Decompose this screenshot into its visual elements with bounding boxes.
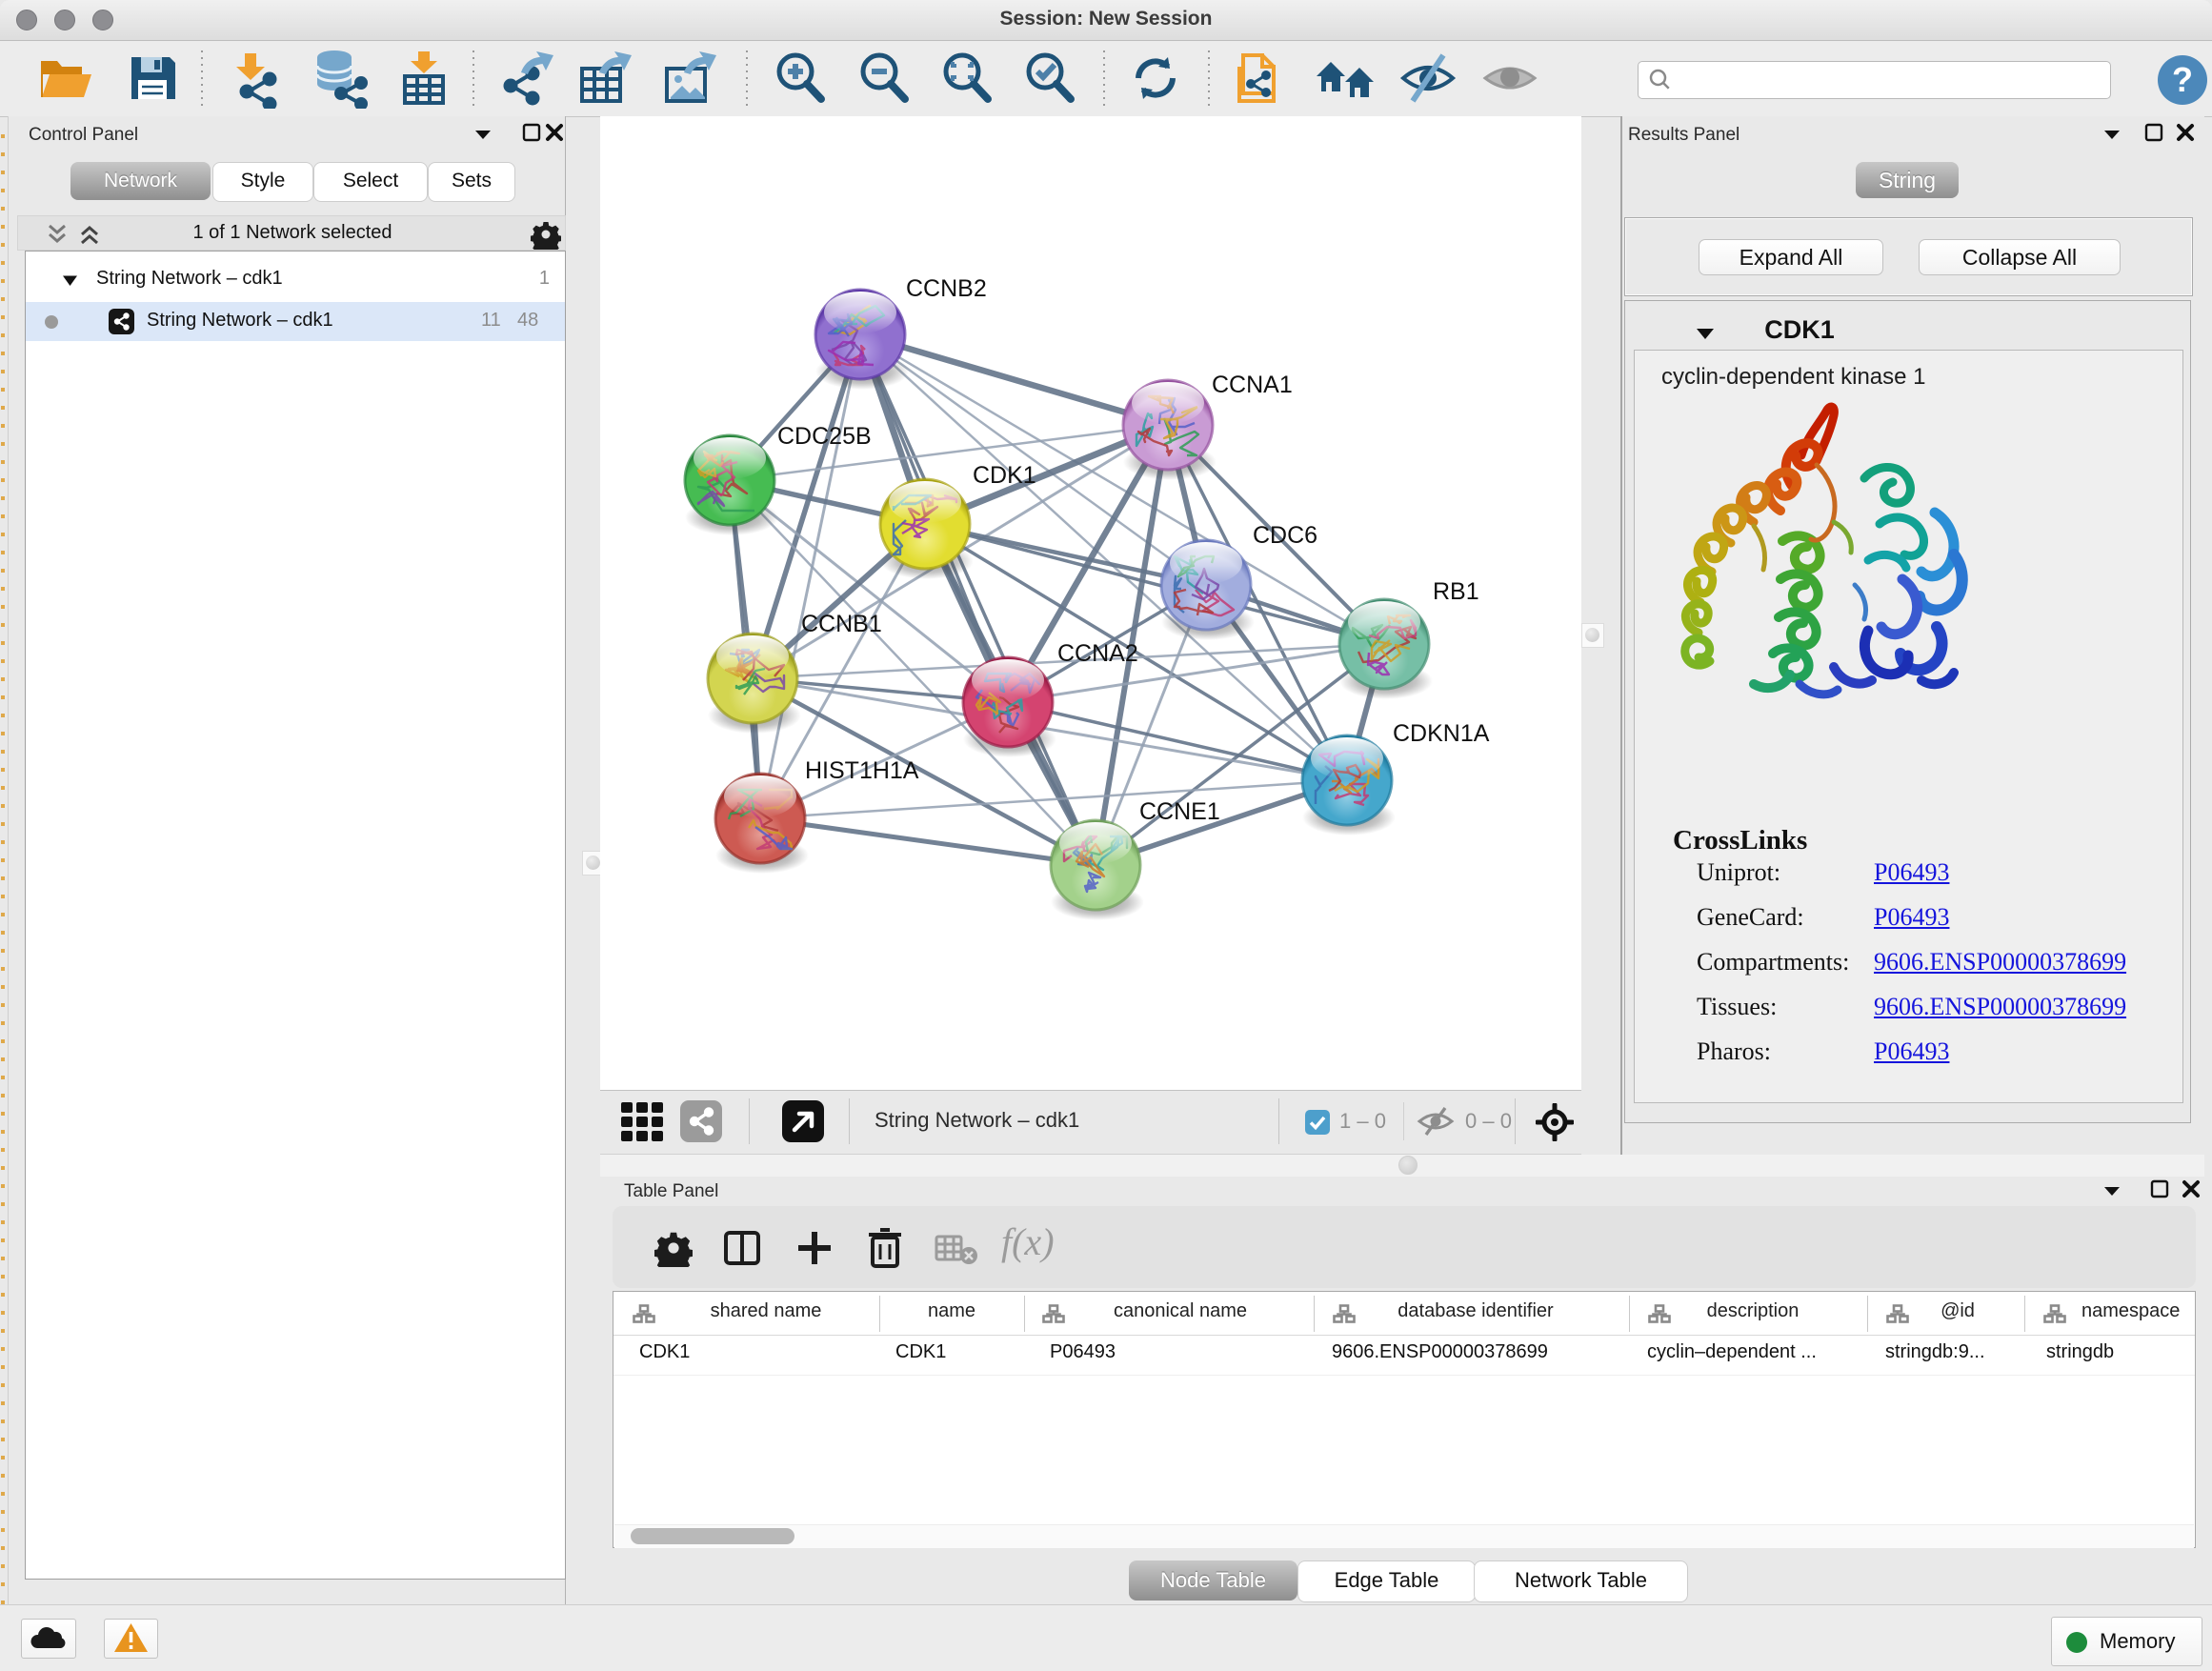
svg-text:CCNA2: CCNA2	[1057, 640, 1138, 667]
svg-text:CCNA1: CCNA1	[1212, 372, 1293, 398]
svg-text:CDKN1A: CDKN1A	[1393, 720, 1490, 747]
svg-text:HIST1H1A: HIST1H1A	[805, 757, 919, 784]
svg-text:?: ?	[2172, 60, 2193, 99]
svg-text:CCNE1: CCNE1	[1139, 798, 1220, 825]
svg-text:CDC6: CDC6	[1253, 522, 1317, 549]
svg-text:CCNB1: CCNB1	[801, 611, 882, 637]
svg-text:RB1: RB1	[1433, 578, 1479, 605]
svg-text:CCNB2: CCNB2	[906, 275, 987, 302]
svg-text:CDK1: CDK1	[973, 462, 1036, 489]
svg-text:CDC25B: CDC25B	[777, 423, 872, 450]
